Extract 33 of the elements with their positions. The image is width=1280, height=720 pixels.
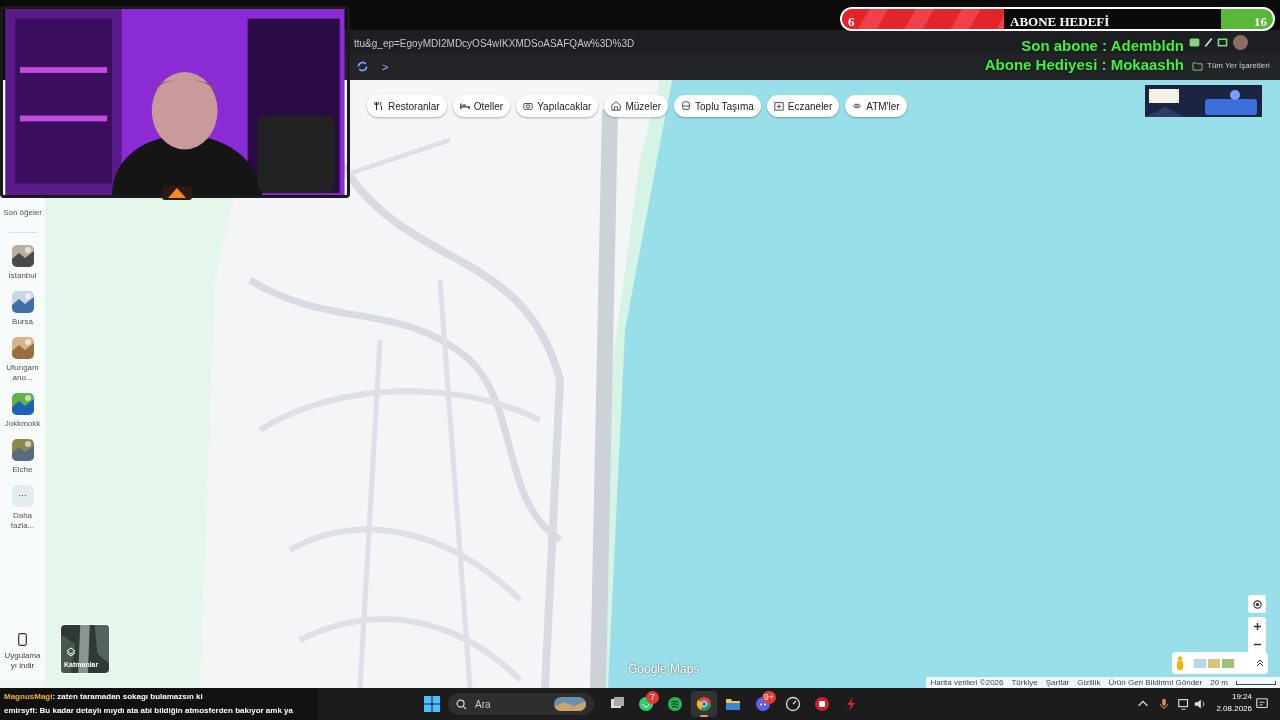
taskbar-app-button[interactable]: 9+ — [750, 691, 776, 717]
taskbar-app-button[interactable] — [691, 691, 717, 717]
microphone-icon[interactable] — [1157, 697, 1171, 711]
speedometer-icon — [785, 696, 801, 712]
url-text[interactable]: ttu&g_ep=EgoyMDI2MDcyOS4wIKXMDSoASAFQAw%3D%3D — [354, 36, 635, 51]
notification-badge: 7 — [646, 691, 659, 704]
clock-time[interactable]: 19:24 — [1231, 691, 1252, 703]
stream-info-text: Son abone : Adembldn — [1021, 36, 1184, 55]
extension-icon[interactable] — [1216, 36, 1229, 49]
goal-title: ABONE HEDEFİ — [1010, 13, 1110, 29]
search-placeholder: Ara — [475, 697, 491, 712]
volume-icon[interactable] — [1193, 697, 1207, 711]
folder-icon — [1192, 61, 1203, 71]
chat-message: emirsyfi: Bu kadar detaylı mıydı ata abi bildiğin atmosferden bakıyor amk ya — [4, 705, 294, 717]
windows-icon[interactable] — [424, 696, 440, 712]
search-field[interactable]: Ara — [448, 693, 594, 715]
bookmarks-folder[interactable]: Tüm Yer İşaretleri — [1207, 60, 1270, 72]
goal-target-count: 16 — [1254, 13, 1267, 29]
goal-current-count: 6 — [848, 13, 855, 29]
folder-icon — [725, 696, 741, 712]
search-icon — [456, 698, 467, 710]
stream-info-text: Abone Hediyesi : Mokaashh — [984, 55, 1184, 74]
browser-icon — [696, 696, 712, 712]
bookmarks-chevron[interactable]: > — [382, 59, 389, 76]
music-icon — [667, 696, 683, 712]
extension-icon[interactable] — [1188, 36, 1201, 49]
network-icon[interactable] — [1177, 697, 1191, 711]
notification-icon[interactable] — [1255, 697, 1269, 711]
extension-icon[interactable] — [1202, 36, 1215, 49]
clock-date[interactable]: 2.08.2026 — [1216, 703, 1252, 715]
chat-message: MagnusMagi: zaten taramadan sokagı bulamazsın ki — [4, 691, 204, 703]
sync-icon[interactable] — [356, 60, 369, 73]
taskbar-app-button[interactable]: 7 — [633, 691, 659, 717]
